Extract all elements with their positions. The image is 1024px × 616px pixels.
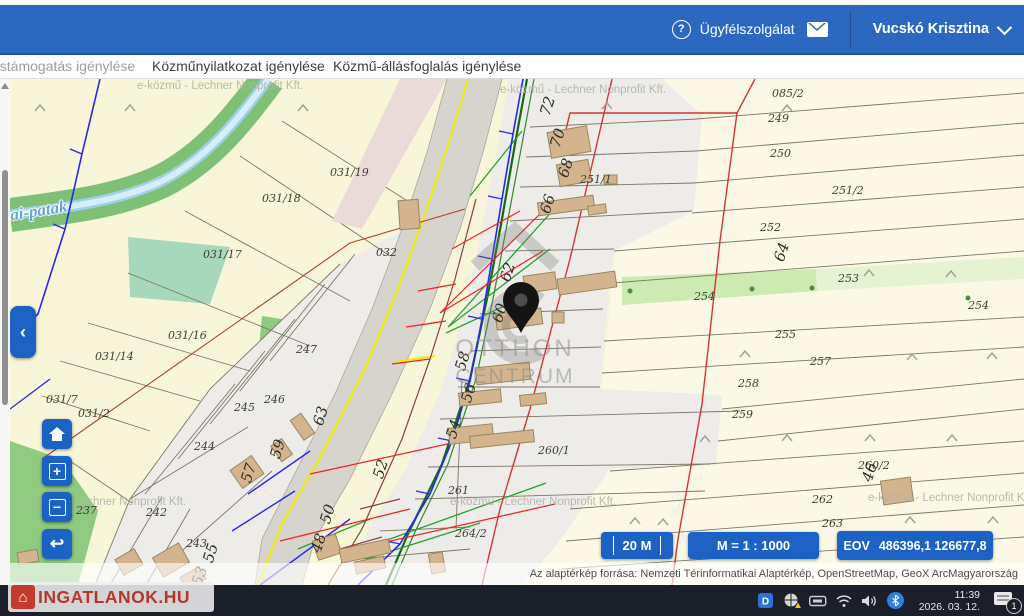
parcel-label: 031/14 bbox=[95, 350, 134, 363]
chevron-down-icon[interactable] bbox=[997, 19, 1013, 35]
parcel-label: 031/17 bbox=[203, 248, 242, 261]
tab-allasfoglalas[interactable]: Közmű-állásfoglalás igénylése bbox=[333, 58, 521, 74]
tray-icon-security-shield[interactable] bbox=[783, 592, 801, 610]
scale-label: 20 M bbox=[613, 536, 662, 555]
parcel-label: 031/18 bbox=[262, 192, 301, 205]
panel-collapse-button[interactable]: ‹ bbox=[10, 306, 36, 358]
taskbar-clock[interactable]: 11:39 2026. 03. 12. bbox=[919, 589, 980, 613]
parcel-label: 250 bbox=[770, 147, 791, 160]
watermark-line1: OTTHON bbox=[450, 335, 580, 363]
eov-values: 486396,1 126677,8 bbox=[879, 539, 987, 553]
bluetooth-icon[interactable] bbox=[887, 592, 905, 610]
undo-button[interactable]: ↩ bbox=[42, 529, 72, 559]
clock-time: 11:39 bbox=[919, 589, 980, 601]
plus-icon: + bbox=[49, 463, 66, 480]
notification-center-button[interactable]: 1 bbox=[994, 590, 1020, 612]
home-icon bbox=[48, 426, 66, 442]
header-divider bbox=[850, 11, 851, 47]
notification-badge: 1 bbox=[1006, 598, 1022, 614]
parcel-label: 244 bbox=[194, 440, 215, 453]
map-watermark: e-közmű - Lechner Nonprofit Kft. bbox=[500, 84, 666, 96]
map-ratio-button[interactable]: M = 1 : 1000 bbox=[688, 532, 819, 559]
parcel-label: 031/7 bbox=[46, 393, 78, 406]
zoom-in-button[interactable]: + bbox=[42, 456, 72, 486]
zoom-out-button[interactable]: − bbox=[42, 492, 72, 522]
minus-icon: − bbox=[49, 499, 66, 516]
parcel-label: 252 bbox=[760, 221, 781, 234]
parcel-label: 261 bbox=[448, 484, 469, 497]
tray-icon-d-tile[interactable]: D bbox=[757, 592, 775, 610]
app-window: ? Ügyfélszolgálat Vucskó Krisztina éstám… bbox=[0, 0, 1024, 616]
parcel-label: 255 bbox=[775, 328, 796, 341]
watermark-line2: CENTRUM bbox=[450, 365, 580, 389]
parcel-label: 259 bbox=[732, 408, 753, 421]
parcel-label: 253 bbox=[838, 272, 859, 285]
parcel-label: 031/16 bbox=[168, 329, 207, 342]
scale-indicator: 20 M bbox=[601, 532, 673, 559]
parcel-label: 245 bbox=[234, 401, 255, 414]
parcel-label: 263 bbox=[822, 517, 843, 530]
parcel-label: 260/1 bbox=[538, 444, 570, 457]
header-bar: ? Ügyfélszolgálat Vucskó Krisztina bbox=[0, 5, 1024, 55]
map-watermark: e-közmű - Lechner Nonprofit Kft. bbox=[868, 492, 1024, 504]
scrollbar-up-arrow[interactable] bbox=[1, 83, 9, 89]
eov-label: EOV bbox=[843, 539, 869, 553]
clock-date: 2026. 03. 12. bbox=[919, 601, 980, 613]
parcel-label: 258 bbox=[738, 377, 759, 390]
parcel-label: 031/19 bbox=[330, 166, 369, 179]
wifi-icon[interactable] bbox=[835, 592, 853, 610]
otthon-centrum-watermark: OTTHON CENTRUM bbox=[450, 209, 580, 389]
parcel-label: 254 bbox=[694, 290, 715, 303]
parcel-label: 262 bbox=[812, 493, 833, 506]
house-logo-icon: ⌂ bbox=[11, 585, 35, 609]
parcel-label: 242 bbox=[146, 506, 167, 519]
parcel-label: 257 bbox=[810, 355, 831, 368]
parcel-label: 251/2 bbox=[832, 184, 864, 197]
brand-text: INGATLANOK.HU bbox=[38, 587, 190, 608]
volume-icon[interactable] bbox=[861, 592, 879, 610]
map-watermark: e-közmű - Lechner Nonprofit Kft. bbox=[137, 80, 303, 92]
help-icon[interactable]: ? bbox=[672, 20, 691, 39]
user-menu[interactable]: Vucskó Krisztina bbox=[873, 21, 989, 37]
svg-text:D: D bbox=[762, 597, 769, 608]
parcel-label: 032 bbox=[376, 246, 397, 259]
parcel-label: 264/2 bbox=[455, 527, 487, 540]
scrollbar-thumb[interactable] bbox=[2, 170, 8, 405]
parcel-label: 254 bbox=[968, 299, 989, 312]
brand-watermark: ⌂ INGATLANOK.HU bbox=[8, 582, 214, 612]
parcel-label: 249 bbox=[768, 112, 789, 125]
parcel-label: 246 bbox=[264, 393, 285, 406]
tab-kozmunyilatkozat[interactable]: Közműnyilatkozat igénylése bbox=[152, 58, 325, 74]
map-watermark: e-közmű - Lechner Nonprofit Kft. bbox=[450, 496, 616, 508]
map-canvas[interactable]: 085/2 249 250 251/1 251/2 252 253 254 254 255 257 2… bbox=[10, 79, 1024, 585]
parcel-label: 251/1 bbox=[580, 173, 612, 186]
home-button[interactable] bbox=[42, 419, 72, 449]
parcel-label: 247 bbox=[296, 343, 317, 356]
tab-bar: éstámogatás igénylése Közműnyilatkozat i… bbox=[0, 55, 1024, 79]
parcel-label: 237 bbox=[76, 504, 97, 517]
parcel-label: 085/2 bbox=[772, 87, 804, 100]
parcel-label: 031/2 bbox=[78, 407, 110, 420]
support-link[interactable]: Ügyfélszolgálat bbox=[700, 21, 795, 37]
tray-icon-pen-device[interactable] bbox=[809, 592, 827, 610]
eov-coordinates: EOV 486396,1 126677,8 bbox=[837, 531, 993, 560]
tab-tamogatas[interactable]: éstámogatás igénylése bbox=[0, 58, 135, 74]
mail-icon[interactable] bbox=[807, 22, 828, 37]
